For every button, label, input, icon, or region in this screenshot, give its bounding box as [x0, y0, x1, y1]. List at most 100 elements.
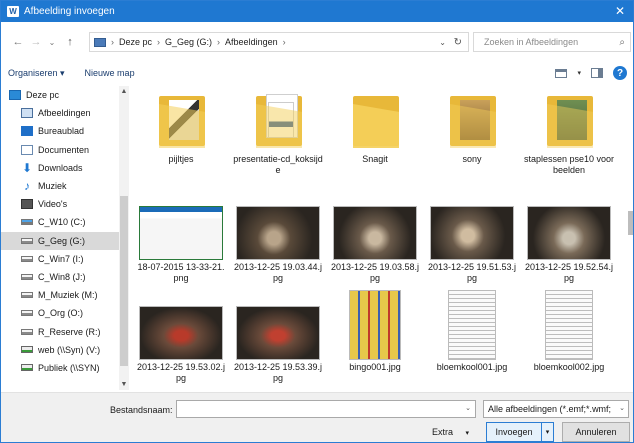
sidebar-item-label: Video's — [38, 199, 68, 210]
pc-icon — [9, 90, 21, 101]
file-list: pijltjes presentatie-cd_koksijde Snagit … — [131, 86, 625, 390]
file-name: 2013-12-25 19.03.58.jpg — [330, 262, 420, 283]
back-arrow-icon[interactable]: ← — [11, 36, 25, 48]
address-dropdown-icon[interactable]: ⌄ — [439, 38, 446, 47]
extra-menu-button[interactable]: Extra ▾ — [432, 427, 469, 437]
scrollbar-thumb[interactable] — [120, 196, 128, 366]
forward-arrow-icon[interactable]: → — [29, 36, 43, 48]
folder-item[interactable]: presentatie-cd_koksijde — [232, 86, 324, 175]
folder-icon — [135, 86, 227, 152]
file-name: 2013-12-25 19.03.44.jpg — [233, 262, 323, 283]
sidebar-item-muziek[interactable]: ♪ Muziek — [1, 177, 129, 195]
organize-button[interactable]: Organiseren ▾ — [8, 68, 65, 79]
sidebar-item-deze-pc[interactable]: Deze pc — [1, 86, 129, 104]
insert-options-dropdown-icon[interactable]: ▾ — [541, 423, 553, 441]
sidebar-item-afbeeldingen[interactable]: Afbeeldingen — [1, 104, 129, 122]
sidebar-item-o-org[interactable]: O_Org (O:) — [1, 304, 129, 322]
file-item[interactable]: 2013-12-25 19.53.39.jpg — [232, 294, 324, 383]
sidebar-item-label: Documenten — [38, 144, 90, 155]
up-arrow-icon[interactable]: ↑ — [63, 36, 77, 48]
sidebar-item-m-muziek[interactable]: M_Muziek (M:) — [1, 286, 129, 304]
sidebar-item-c-w10[interactable]: C_W10 (C:) — [1, 213, 129, 231]
file-item[interactable]: 18-07-2015 13-33-21.png — [135, 194, 227, 283]
help-icon[interactable]: ? — [613, 66, 627, 80]
folder-item[interactable]: Snagit — [329, 86, 421, 165]
address-bar[interactable]: › Deze pc › G_Geg (G:) › Afbeeldingen › … — [89, 32, 469, 52]
cancel-button[interactable]: Annuleren — [562, 422, 630, 442]
breadcrumb-deze-pc[interactable]: Deze pc — [119, 37, 152, 47]
image-thumbnail — [135, 294, 227, 360]
folder-item[interactable]: pijltjes — [135, 86, 227, 165]
file-name: 2013-12-25 19.53.02.jpg — [136, 362, 226, 383]
breadcrumb-separator[interactable]: › — [217, 37, 220, 47]
desktop-icon — [21, 126, 33, 137]
search-input[interactable]: Zoeken in Afbeeldingen ⌕ — [473, 32, 631, 52]
file-name: 2013-12-25 19.51.53.jpg — [427, 262, 517, 283]
file-item[interactable]: 2013-12-25 19.03.58.jpg — [329, 194, 421, 283]
preview-pane-icon[interactable] — [591, 68, 603, 78]
filename-input[interactable]: ⌄ — [176, 400, 476, 418]
insert-button[interactable]: Invoegen ▾ — [486, 422, 554, 442]
file-name: bloemkool002.jpg — [533, 362, 605, 372]
breadcrumb-g-geg[interactable]: G_Geg (G:) — [165, 37, 212, 47]
navigation-scrollbar[interactable]: ▲ ▼ — [119, 86, 129, 390]
sidebar-item-publiek-syn[interactable]: Publiek (\\SYN) — [1, 359, 129, 377]
file-list-scrollbar[interactable] — [625, 86, 633, 390]
scrollbar-thumb[interactable] — [628, 211, 633, 235]
folder-icon — [232, 86, 324, 152]
folder-item[interactable]: staplessen pse10 voorbeelden — [523, 86, 615, 175]
sidebar-item-documenten[interactable]: Documenten — [1, 141, 129, 159]
sidebar-item-videos[interactable]: Video's — [1, 195, 129, 213]
file-type-select[interactable]: Alle afbeeldingen (*.emf;*.wmf; ⌄ — [483, 400, 629, 418]
sidebar-item-c-win7[interactable]: C_Win7 (I:) — [1, 250, 129, 268]
pictures-icon — [21, 108, 33, 119]
refresh-icon[interactable]: ↻ — [454, 37, 462, 48]
chevron-down-icon[interactable]: ⌄ — [617, 401, 625, 417]
breadcrumb-afbeeldingen[interactable]: Afbeeldingen — [225, 37, 278, 47]
sidebar-item-label: Muziek — [38, 181, 67, 192]
video-icon — [21, 199, 33, 210]
file-name: pijltjes — [168, 154, 194, 164]
sidebar-item-label: M_Muziek (M:) — [38, 290, 98, 301]
sidebar-item-g-geg[interactable]: G_Geg (G:) — [1, 231, 129, 250]
window-title: Afbeelding invoegen — [24, 6, 115, 17]
sidebar-item-label: C_Win8 (J:) — [38, 271, 86, 282]
file-item[interactable]: 2013-12-25 19.51.53.jpg — [426, 194, 518, 283]
file-item[interactable]: 2013-12-25 19.52.54.jpg — [523, 194, 615, 283]
sidebar-item-web-syn[interactable]: web (\\Syn) (V:) — [1, 341, 129, 359]
sidebar-item-label: Deze pc — [26, 90, 60, 101]
file-item[interactable]: bloemkool001.jpg — [426, 284, 518, 373]
image-thumbnail — [523, 284, 615, 360]
breadcrumb-separator[interactable]: › — [283, 37, 286, 47]
sidebar-item-label: web (\\Syn) (V:) — [38, 344, 101, 355]
search-icon[interactable]: ⌕ — [619, 37, 625, 48]
file-item[interactable]: 2013-12-25 19.53.02.jpg — [135, 294, 227, 383]
sidebar-item-downloads[interactable]: ⬇ Downloads — [1, 159, 129, 177]
file-type-value: Alle afbeeldingen (*.emf;*.wmf; — [488, 404, 612, 414]
new-folder-button[interactable]: Nieuwe map — [85, 68, 135, 78]
breadcrumb-separator[interactable]: › — [111, 37, 114, 47]
file-item[interactable]: 2013-12-25 19.03.44.jpg — [232, 194, 324, 283]
sidebar-item-bureaublad[interactable]: Bureaublad — [1, 122, 129, 140]
folder-icon — [329, 86, 421, 152]
file-name: 2013-12-25 19.53.39.jpg — [233, 362, 323, 383]
file-item[interactable]: bloemkool002.jpg — [523, 284, 615, 373]
file-item[interactable]: bingo001.jpg — [329, 284, 421, 373]
breadcrumb-separator[interactable]: › — [157, 37, 160, 47]
address-row: ← → ⌄ ↑ › Deze pc › G_Geg (G:) › Afbeeld… — [1, 31, 633, 53]
chevron-down-icon[interactable]: ⌄ — [465, 404, 471, 412]
sidebar-item-c-win8[interactable]: C_Win8 (J:) — [1, 268, 129, 286]
folder-item[interactable]: sony — [426, 86, 518, 165]
scroll-up-icon[interactable]: ▲ — [120, 88, 128, 95]
close-icon[interactable]: ✕ — [613, 4, 627, 18]
view-options-dropdown-icon[interactable]: ▾ — [577, 69, 581, 77]
scroll-down-icon[interactable]: ▼ — [120, 381, 128, 388]
change-view-icon[interactable] — [555, 68, 568, 78]
drive-icon — [21, 237, 33, 244]
view-controls: ▾ ? — [555, 66, 627, 80]
recent-locations-chevron-icon[interactable]: ⌄ — [45, 38, 59, 47]
drive-icon — [21, 292, 33, 299]
sidebar-item-r-reserve[interactable]: R_Reserve (R:) — [1, 322, 129, 340]
network-drive-icon — [21, 346, 33, 354]
file-name: bloemkool001.jpg — [436, 362, 508, 372]
